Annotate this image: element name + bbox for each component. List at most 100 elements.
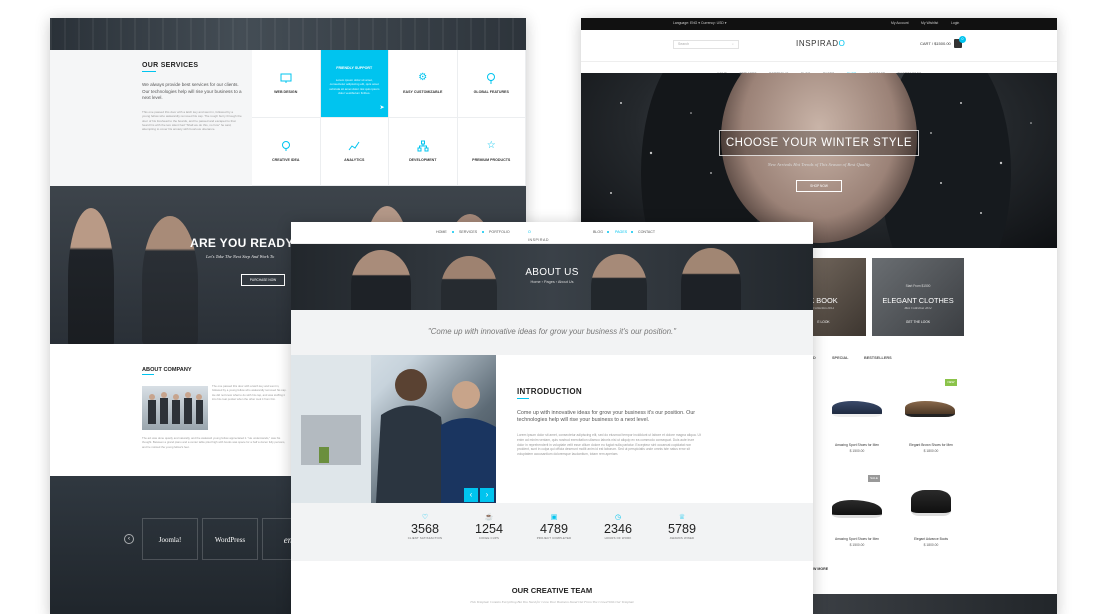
introduction-photo xyxy=(291,355,496,503)
nav-pages[interactable]: PAGES xyxy=(615,230,627,234)
nav-blog[interactable]: BLOG xyxy=(593,230,603,234)
person-figure xyxy=(681,248,741,310)
services-body: This one passed this door with a latch k… xyxy=(142,110,242,132)
cup-icon: ☕ xyxy=(484,514,494,521)
cart-count-badge: 0 xyxy=(959,36,966,43)
product-image[interactable] xyxy=(832,401,882,417)
stat-item: ♡ 3568 CLIENT SATISFACTION xyxy=(395,513,455,540)
chevron-left-icon[interactable]: ‹ xyxy=(124,534,134,544)
nav-services[interactable]: SERVICES xyxy=(459,230,477,234)
product-image[interactable] xyxy=(832,500,882,518)
quote-text: "Come up with innovative ideas for grow … xyxy=(428,327,676,336)
stat-item: ☕ 1254 COFEE CUPS xyxy=(459,513,519,540)
introduction-lead: Come up with innovative ideas for grow y… xyxy=(517,410,696,424)
sitemap-icon xyxy=(417,140,429,152)
breadcrumb[interactable]: Home › Pages › About Us xyxy=(291,280,813,284)
service-label: ANALYTICS xyxy=(344,158,365,162)
shop-now-button[interactable]: SHOP NOW xyxy=(796,180,842,192)
cursor-icon: ➤ xyxy=(379,105,385,111)
promo-kicker: Start From $1500 xyxy=(905,284,931,288)
clock-icon: ◷ xyxy=(614,514,622,521)
currency-select[interactable]: Currency: USD ▾ xyxy=(701,21,726,25)
nav-dot xyxy=(607,231,609,233)
promo-button[interactable]: GET THE LOOK xyxy=(872,320,964,324)
view-more-link[interactable]: W MORE xyxy=(813,567,828,571)
service-label: WEB DESIGN xyxy=(274,90,298,94)
stat-number: 2346 xyxy=(603,522,633,536)
search-input[interactable]: Search ⌕ xyxy=(673,40,739,49)
service-analytics[interactable]: ANALYTICS xyxy=(320,118,389,186)
service-description: Lorem ipsum dolor sit amet, consectetur … xyxy=(329,78,380,96)
service-label: EASY CUSTOMIZABLE xyxy=(403,90,443,94)
logo-accent: O xyxy=(838,39,846,48)
stat-item: ▣ 4789 PROJECT COMPLETED xyxy=(524,513,584,540)
team-title: OUR CREATIVE TEAM xyxy=(511,586,593,595)
service-easy-customizable[interactable]: ⚙ EASY CUSTOMIZABLE xyxy=(389,50,458,118)
title-underline xyxy=(142,71,156,72)
stat-label: COFEE CUPS xyxy=(478,536,500,540)
my-account-link[interactable]: My Account xyxy=(891,21,909,25)
purchase-now-button[interactable]: PURCHASE NOW xyxy=(241,274,285,286)
service-creative-idea[interactable]: CREATIVE IDEA xyxy=(252,118,321,186)
cta-subtitle: Let's Take The Next Step And Work To xyxy=(206,254,275,259)
analytics-icon xyxy=(348,140,360,152)
stat-label: AWARDS WINED xyxy=(669,536,695,540)
brand-logo: WordPress xyxy=(202,518,258,560)
tab-special[interactable]: SPECIAL xyxy=(832,356,848,360)
promo-subtitle: Men Collection 2014 xyxy=(904,306,932,310)
chevron-left-icon[interactable]: ‹ xyxy=(464,488,478,502)
center-about-preview: HOME SERVICES PORTFOLIO INSPIRAD O BLOG P… xyxy=(291,222,813,614)
shop-main-nav: HOME SERVICES PORTFOLIO BLOG PAGES SHOP … xyxy=(581,61,1057,76)
service-label: CREATIVE IDEA xyxy=(272,158,300,162)
product-image[interactable] xyxy=(911,490,951,516)
service-development[interactable]: DEVELOPMENT xyxy=(389,118,458,186)
login-link[interactable]: Login xyxy=(951,21,959,25)
promo-title: ELEGANT CLOTHES xyxy=(882,296,954,305)
introduction-body: Lorem ipsum dolor sit amet, consectetur … xyxy=(517,433,701,457)
briefcase-icon: ▣ xyxy=(550,514,558,521)
brand-logo: Joomla! xyxy=(142,518,198,560)
nav-home[interactable]: HOME xyxy=(436,230,447,234)
tab-bestsellers[interactable]: BESTSELLERS xyxy=(864,356,892,360)
hero-title: CHOOSE YOUR WINTER STYLE xyxy=(725,137,913,149)
page-title: ABOUT US xyxy=(525,267,579,278)
product-name[interactable]: Elegant Advance Boots xyxy=(891,537,971,541)
stat-number: 3568 xyxy=(410,522,440,536)
cart-total[interactable]: CART / $1500.00 xyxy=(920,41,951,46)
promo-banner-elegant-clothes[interactable]: Start From $1500 ELEGANT CLOTHES Men Col… xyxy=(872,258,964,336)
hero-subtitle: New Arrivals Hot Trends of This Season o… xyxy=(767,162,871,167)
site-logo[interactable]: INSPIRADO xyxy=(528,230,548,242)
nav-contact[interactable]: CONTACT xyxy=(638,230,655,234)
language-select[interactable]: Language: ENG ▾ xyxy=(673,21,700,25)
title-underline xyxy=(517,398,529,399)
logo-accent: O xyxy=(528,230,532,234)
bulb-icon xyxy=(485,72,497,84)
product-name[interactable]: Elegant Brown Shoes for Men xyxy=(891,443,971,447)
team-subtitle: This Template Contain Everything But You… xyxy=(470,600,634,604)
product-image[interactable] xyxy=(905,401,955,417)
tab-featured[interactable]: D xyxy=(813,356,816,360)
service-web-design[interactable]: WEB DESIGN xyxy=(252,50,321,118)
my-wishlist-link[interactable]: My Wishlist xyxy=(921,21,938,25)
cta-title: ARE YOU READY T xyxy=(190,236,305,250)
service-label: DEVELOPMENT xyxy=(409,158,437,162)
stat-item: ◷ 2346 HOURS OF WORK xyxy=(588,513,648,540)
services-grid: WEB DESIGN FRIENDLY SUPPORT Lorem ipsum … xyxy=(252,50,526,186)
service-global-features[interactable]: GLOBAL FEATURES xyxy=(457,50,526,118)
product-name[interactable]: Amazing Sport Shoes for Men xyxy=(817,537,897,541)
logo-text: INSPIRAD xyxy=(796,39,839,48)
chevron-right-icon[interactable]: › xyxy=(480,488,494,502)
bottom-photo-strip xyxy=(813,594,1057,614)
service-premium-products[interactable]: ☆ PREMIUM PRODUCTS xyxy=(457,118,526,186)
monitor-icon xyxy=(280,72,292,84)
nav-dot xyxy=(482,231,484,233)
site-logo[interactable]: INSPIRADO xyxy=(796,39,845,48)
lightbulb-icon xyxy=(280,140,292,152)
nav-dot xyxy=(631,231,633,233)
stat-number: 4789 xyxy=(539,522,569,536)
stat-number: 5789 xyxy=(667,522,697,536)
service-friendly-support[interactable]: FRIENDLY SUPPORT Lorem ipsum dolor sit a… xyxy=(320,50,389,118)
nav-portfolio[interactable]: PORTFOLIO xyxy=(489,230,510,234)
main-nav: HOME SERVICES PORTFOLIO INSPIRAD O BLOG P… xyxy=(291,222,813,244)
product-name[interactable]: Amazing Sport Shoes for Men xyxy=(817,443,897,447)
